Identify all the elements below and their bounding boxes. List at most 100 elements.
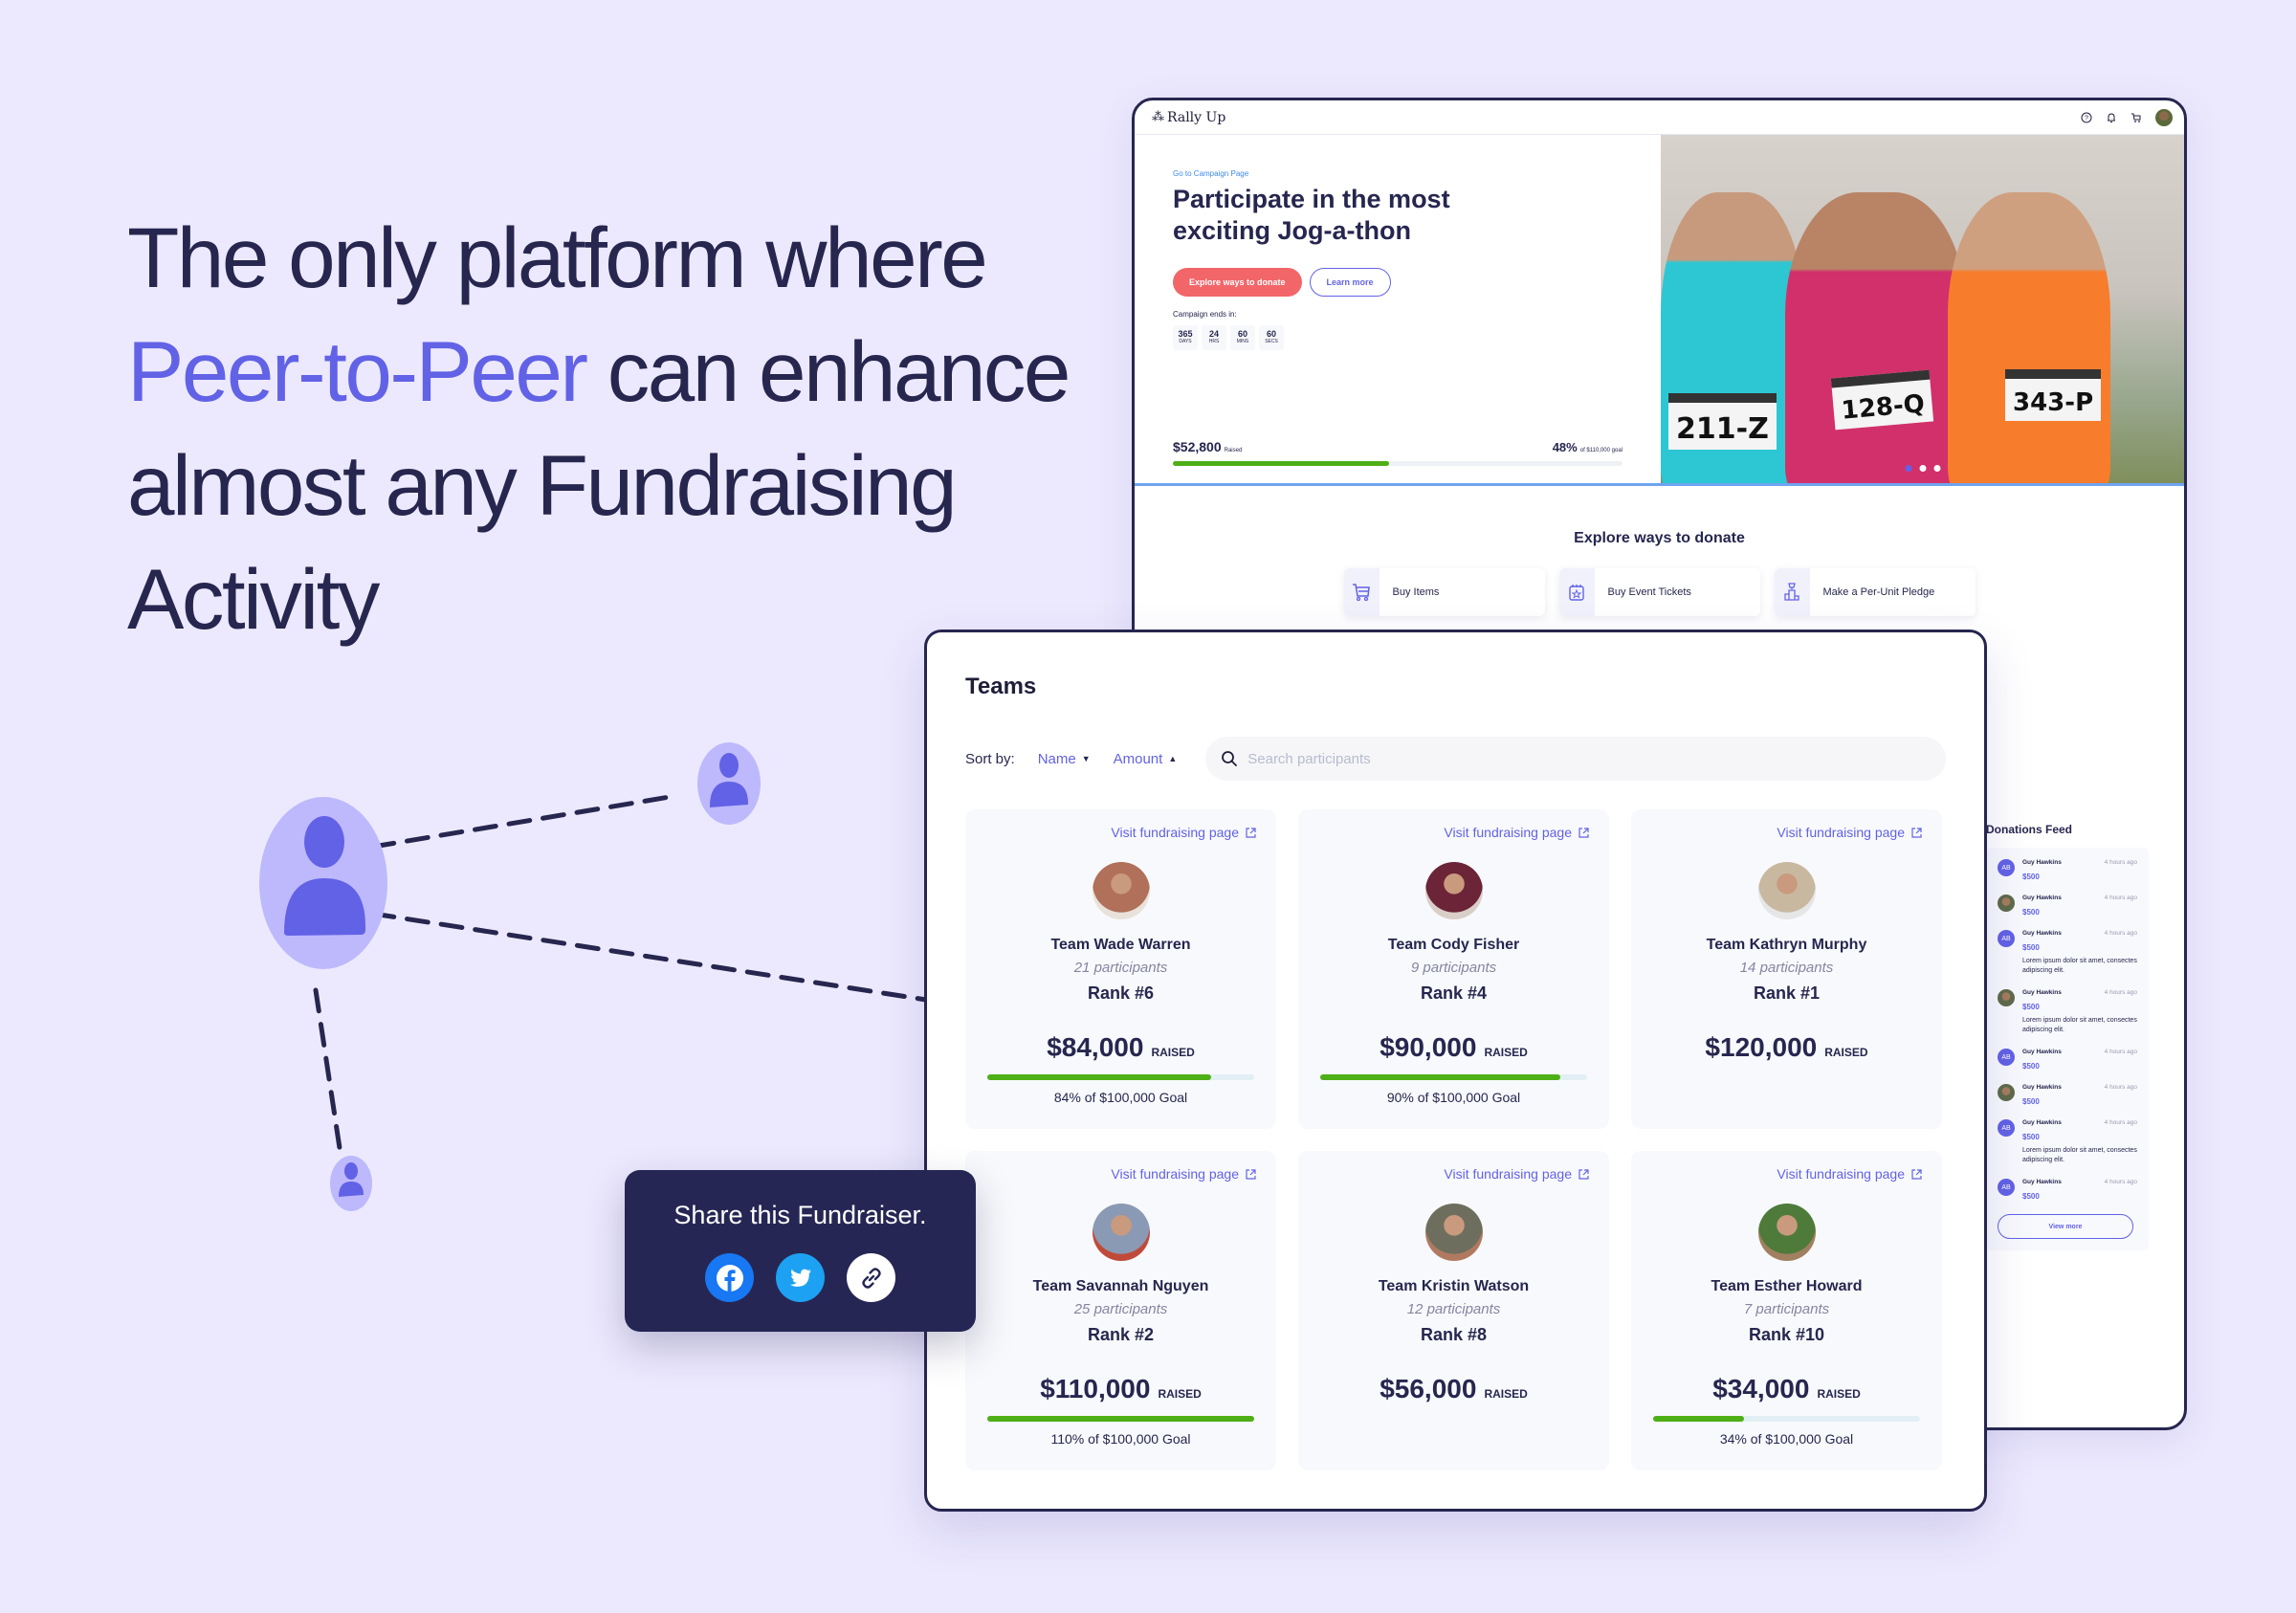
share-twitter-button[interactable] [776, 1253, 825, 1302]
raised-label: RAISED [1484, 1046, 1528, 1059]
copy-link-button[interactable] [847, 1253, 895, 1302]
team-goal-text: 84% of $100,000 Goal [1053, 1090, 1188, 1105]
team-name: Team Kathryn Murphy [1706, 937, 1867, 953]
help-icon[interactable]: ? [2081, 112, 2092, 123]
svg-text:?: ? [2085, 115, 2088, 122]
connector-line [313, 987, 342, 1151]
visit-fundraising-page-link[interactable]: Visit fundraising page [1777, 1166, 1923, 1182]
search-participants-input[interactable] [1247, 750, 1946, 767]
donation-amount: $500 [2022, 943, 2040, 952]
brand-logo[interactable]: ⁂ Rally Up [1152, 110, 1225, 125]
option-label: Buy Items [1392, 586, 1440, 598]
feed-item: AB Guy Hawkins 4 hours ago $500 [1998, 859, 2137, 881]
headline-text-start: The only platform where [127, 210, 988, 305]
runner-figure [1785, 192, 1967, 483]
brand-name: Rally Up [1167, 109, 1226, 125]
connector-line [370, 794, 673, 850]
team-progress-fill [1653, 1416, 1744, 1422]
countdown-hours: 24 HRS [1202, 325, 1226, 350]
percent-value: 48% [1552, 440, 1578, 454]
feed-item: Guy Hawkins 4 hours ago $500 [1998, 895, 2137, 917]
runners-photo: 211-Z 128-Q 343-P [1661, 135, 2184, 483]
donor-name: Guy Hawkins [2022, 989, 2062, 996]
donation-amount: $500 [2022, 908, 2040, 917]
sort-label: Sort by: [965, 750, 1015, 767]
teams-panel: Teams Sort by: Name ▼ Amount ▲ Visit fundr… [924, 630, 1987, 1512]
campaign-hero: Go to Campaign Page Participate in the m… [1135, 135, 2184, 486]
team-avatar [1092, 1204, 1150, 1261]
team-avatar [1424, 862, 1483, 919]
donor-avatar: AB [1998, 1049, 2015, 1066]
per-unit-pledge-option[interactable]: Make a Per-Unit Pledge [1774, 568, 1976, 616]
explore-ways-button[interactable]: Explore ways to donate [1173, 268, 1302, 297]
donation-amount: $500 [2022, 873, 2040, 881]
donor-avatar [1998, 989, 2015, 1006]
visit-link-label: Visit fundraising page [1111, 825, 1239, 840]
share-title: Share this Fundraiser. [673, 1201, 927, 1229]
donation-time: 4 hours ago [2104, 859, 2137, 866]
team-rank: Rank #1 [1753, 983, 1821, 1003]
team-name: Team Cody Fisher [1387, 937, 1520, 953]
countdown-value: 365 [1178, 329, 1193, 339]
visit-fundraising-page-link[interactable]: Visit fundraising page [1444, 1166, 1590, 1182]
share-facebook-button[interactable] [705, 1253, 754, 1302]
visit-fundraising-page-link[interactable]: Visit fundraising page [1111, 825, 1257, 840]
feed-item: AB Guy Hawkins 4 hours ago $500 [1998, 1179, 2137, 1201]
external-link-icon [1246, 1168, 1256, 1180]
feed-list: AB Guy Hawkins 4 hours ago $500 Guy Hawk… [1986, 848, 2149, 1250]
sort-option-label: Name [1037, 750, 1076, 767]
share-popup: Share this Fundraiser. [625, 1170, 976, 1332]
person-icon-large [259, 797, 387, 969]
donation-amount: $500 [2022, 1097, 2040, 1106]
campaign-ends-label: Campaign ends in: [1173, 310, 1237, 319]
visit-fundraising-page-link[interactable]: Visit fundraising page [1777, 825, 1923, 840]
countdown-timer: 365 DAYS 24 HRS 60 MINS 60 SECS [1173, 325, 1661, 350]
visit-link-label: Visit fundraising page [1444, 825, 1572, 840]
team-card: Visit fundraising page Team Cody Fisher … [1298, 809, 1609, 1129]
countdown-unit: SECS [1265, 339, 1278, 344]
view-more-button[interactable]: View more [1998, 1214, 2133, 1239]
visit-link-label: Visit fundraising page [1111, 1166, 1239, 1182]
sort-by-amount-button[interactable]: Amount ▲ [1114, 751, 1178, 767]
team-raised-amount: $56,000 [1380, 1374, 1477, 1403]
bell-icon[interactable] [2106, 112, 2117, 123]
donation-time: 4 hours ago [2104, 930, 2137, 937]
team-goal-text: 110% of $100,000 Goal [1050, 1431, 1191, 1447]
team-participants: 25 participants [1073, 1301, 1168, 1317]
team-raised-amount: $120,000 [1705, 1032, 1818, 1062]
donation-time: 4 hours ago [2104, 895, 2137, 901]
team-card: Visit fundraising page Team Wade Warren … [965, 809, 1276, 1129]
team-raised-amount: $110,000 [1040, 1374, 1151, 1403]
carousel-dot[interactable] [1919, 465, 1926, 472]
external-link-icon [1578, 827, 1589, 838]
donation-time: 4 hours ago [2104, 1084, 2137, 1091]
carousel-dot[interactable] [1933, 465, 1940, 472]
raised-label: RAISED [1151, 1046, 1195, 1059]
learn-more-button[interactable]: Learn more [1309, 268, 1391, 297]
user-avatar[interactable] [2155, 108, 2173, 126]
team-participants: 21 participants [1073, 960, 1168, 976]
team-card: Visit fundraising page Team Kristin Wats… [1298, 1151, 1609, 1470]
team-avatar [1092, 862, 1150, 919]
go-to-campaign-link[interactable]: Go to Campaign Page [1173, 169, 1661, 178]
buy-tickets-option[interactable]: Buy Event Tickets [1558, 568, 1760, 616]
buy-items-option[interactable]: Buy Items [1343, 568, 1545, 616]
team-card: Visit fundraising page Team Esther Howar… [1631, 1151, 1942, 1470]
donor-avatar: AB [1998, 1179, 2015, 1196]
donation-message: Lorem ipsum dolor sit amet, consectes ad… [2022, 1017, 2137, 1033]
donor-name: Guy Hawkins [2022, 1119, 2062, 1126]
feed-item: AB Guy Hawkins 4 hours ago $500 [1998, 1049, 2137, 1071]
cart-icon[interactable] [2130, 112, 2142, 123]
twitter-icon [789, 1269, 811, 1287]
caret-up-icon: ▲ [1168, 754, 1178, 763]
person-icon-small [330, 1156, 372, 1211]
podium-trophy-icon [1774, 568, 1810, 616]
option-label: Buy Event Tickets [1607, 586, 1691, 598]
donation-amount: $500 [2022, 1192, 2040, 1201]
carousel-dot[interactable] [1905, 465, 1911, 472]
countdown-seconds: 60 SECS [1259, 325, 1284, 350]
donation-amount: $500 [2022, 1003, 2040, 1011]
sort-by-name-button[interactable]: Name ▼ [1038, 751, 1091, 767]
visit-fundraising-page-link[interactable]: Visit fundraising page [1111, 1166, 1257, 1182]
visit-fundraising-page-link[interactable]: Visit fundraising page [1444, 825, 1590, 840]
